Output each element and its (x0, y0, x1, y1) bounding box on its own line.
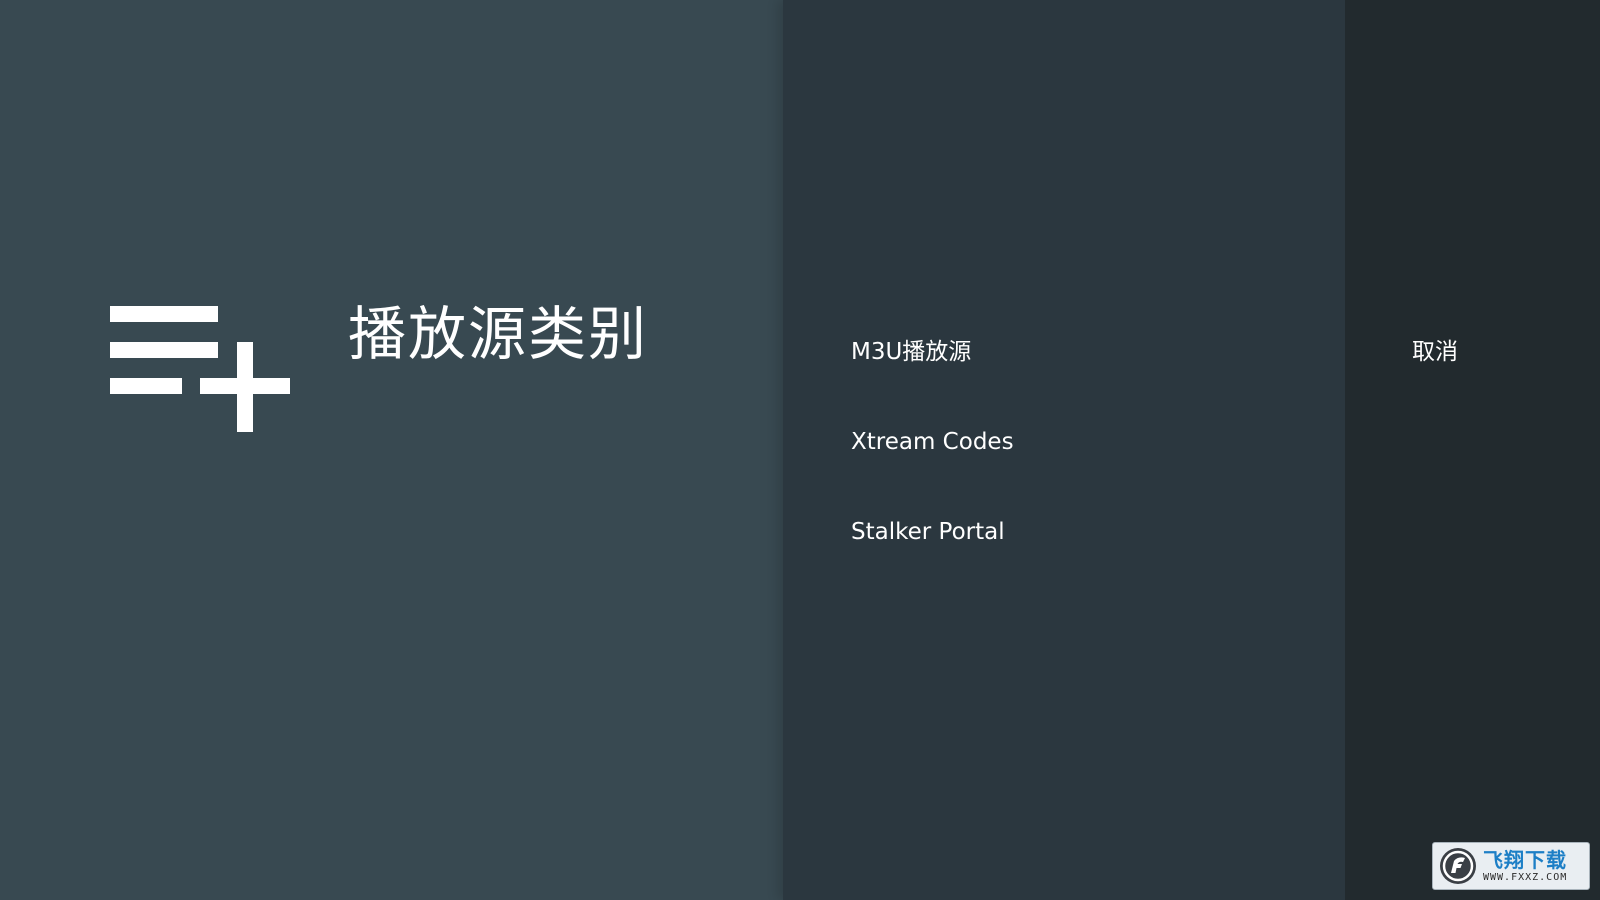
option-stalker-portal[interactable]: Stalker Portal (851, 506, 1311, 558)
watermark: 飞翔下载 WWW.FXXZ.COM (1432, 842, 1590, 890)
cancel-button[interactable]: 取消 (1412, 326, 1458, 378)
page-title: 播放源类别 (348, 300, 649, 368)
guidance-panel: 播放源类别 (0, 0, 783, 900)
source-type-options: M3U播放源 Xtream Codes Stalker Portal (783, 0, 1345, 900)
watermark-text: 飞翔下载 WWW.FXXZ.COM (1483, 850, 1567, 883)
guided-step-screen: 播放源类别 M3U播放源 Xtream Codes Stalker Portal… (0, 0, 1600, 900)
playlist-add-icon (110, 306, 290, 432)
option-m3u-source[interactable]: M3U播放源 (851, 326, 1311, 378)
watermark-logo-icon (1440, 848, 1476, 884)
option-xtream-codes[interactable]: Xtream Codes (851, 416, 1311, 468)
action-panel: 取消 (1345, 0, 1600, 900)
watermark-site: WWW.FXXZ.COM (1483, 871, 1568, 883)
watermark-brand: 飞翔下载 (1483, 847, 1567, 872)
